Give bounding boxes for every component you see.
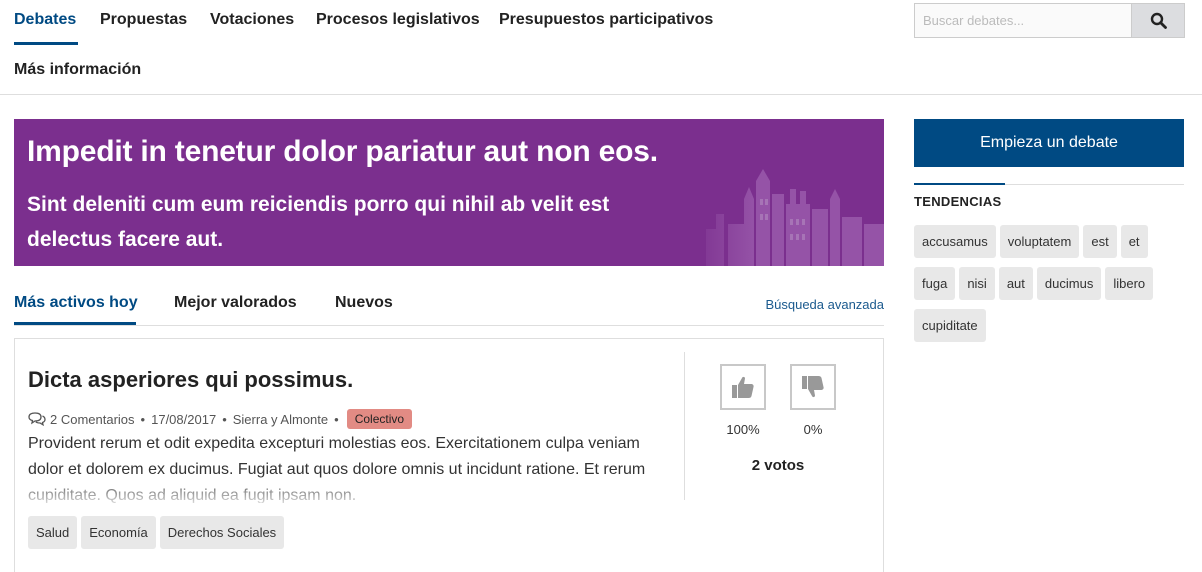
trend-tag[interactable]: aut: [998, 267, 1033, 300]
debate-author: Sierra y Almonte: [232, 411, 329, 427]
advanced-search-link[interactable]: Búsqueda avanzada: [765, 297, 884, 312]
featured-banner[interactable]: Impedit in tenetur dolor pariatur aut no…: [14, 119, 884, 266]
nav-debates[interactable]: Debates: [14, 11, 76, 29]
vote-in-favor-button[interactable]: [720, 364, 766, 410]
tab-active-indicator: [14, 322, 136, 325]
search-icon: [1150, 12, 1167, 29]
trend-tag[interactable]: fuga: [914, 267, 956, 300]
trends-divider-accent: [914, 183, 1005, 185]
meta-separator: •: [222, 411, 227, 427]
search-button[interactable]: [1131, 3, 1185, 38]
meta-separator: •: [140, 411, 146, 427]
trend-tag[interactable]: cupiditate: [914, 309, 986, 342]
debate-date: 17/08/2017: [151, 411, 217, 427]
tab-nuevos[interactable]: Nuevos: [335, 294, 393, 312]
nav-votaciones[interactable]: Votaciones: [210, 11, 294, 29]
search-input[interactable]: [914, 3, 1131, 38]
meta-separator: •: [334, 411, 339, 427]
trend-tag[interactable]: libero: [1105, 267, 1154, 300]
tab-mejor-valorados[interactable]: Mejor valorados: [174, 294, 297, 312]
trend-tag[interactable]: voluptatem: [999, 225, 1080, 258]
tag-economia[interactable]: Economía: [81, 516, 156, 549]
city-skyline-image: [686, 169, 884, 266]
trend-tag[interactable]: accusamus: [914, 225, 996, 258]
trends-heading: TENDENCIAS: [914, 194, 1002, 209]
trend-tag[interactable]: est: [1083, 225, 1117, 258]
search-form: [914, 3, 1185, 38]
debate-title[interactable]: Dicta asperiores qui possimus.: [28, 367, 353, 393]
start-debate-button[interactable]: Empieza un debate: [914, 119, 1184, 167]
thumbs-up-icon: [732, 376, 754, 398]
in-favor-percentage: 100%: [726, 422, 760, 437]
total-votes: 2 votos: [751, 457, 805, 474]
debate-tags: Salud Economía Derechos Sociales: [28, 516, 285, 549]
against-percentage: 0%: [803, 422, 823, 437]
nav-active-indicator: [14, 42, 78, 45]
tab-mas-activos-hoy[interactable]: Más activos hoy: [14, 294, 138, 312]
debate-card: Dicta asperiores qui possimus. 2 Comenta…: [14, 338, 884, 572]
banner-description: Sint deleniti cum eum reiciendis porro q…: [27, 193, 610, 251]
nav-propuestas[interactable]: Propuestas: [100, 11, 187, 29]
thumbs-down-icon: [802, 376, 824, 398]
trending-tags: accusamus voluptatem est et fuga nisi au…: [914, 225, 1186, 342]
nav-mas-informacion[interactable]: Más información: [14, 61, 141, 79]
vote-divider: [684, 352, 685, 500]
tag-derechos-sociales[interactable]: Derechos Sociales: [159, 516, 285, 549]
comments-icon: [28, 412, 46, 426]
debate-order-tabs: Más activos hoy Mejor valorados Nuevos B…: [14, 284, 884, 326]
tag-salud[interactable]: Salud: [28, 516, 78, 549]
vote-against-button[interactable]: [790, 364, 836, 410]
trend-tag[interactable]: et: [1120, 225, 1148, 258]
collective-badge: Colectivo: [346, 409, 413, 429]
debate-description: Provident rerum et odit expedita exceptu…: [28, 435, 646, 503]
comments-count-link[interactable]: 2 Comentarios: [50, 412, 135, 427]
main-navigation: Debates Propuestas Votaciones Procesos l…: [0, 0, 1202, 95]
trend-tag[interactable]: ducimus: [1036, 267, 1102, 300]
nav-presupuestos-participativos[interactable]: Presupuestos participativos: [499, 11, 713, 29]
banner-title: Impedit in tenetur dolor pariatur aut no…: [27, 135, 658, 168]
nav-procesos-legislativos[interactable]: Procesos legislativos: [316, 11, 480, 29]
debate-meta: 2 Comentarios • 17/08/2017 • Sierra y Al…: [28, 407, 413, 431]
trend-tag[interactable]: nisi: [959, 267, 995, 300]
